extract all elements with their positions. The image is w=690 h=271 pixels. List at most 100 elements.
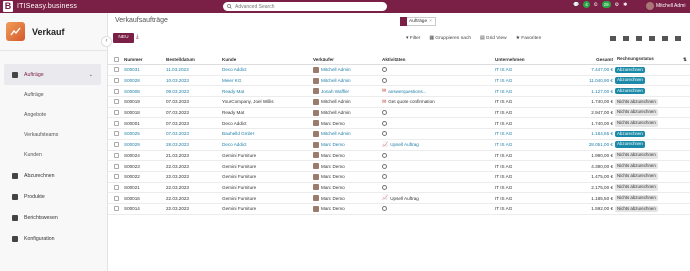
clock-icon[interactable] bbox=[382, 120, 387, 126]
table-row[interactable]: S00023 22.03.2023 Gemini Furniture Marc Dem… bbox=[108, 161, 690, 172]
optional-columns-toggle[interactable]: ⇅ bbox=[683, 57, 687, 62]
activities[interactable] bbox=[382, 206, 389, 212]
search-input[interactable]: Advanced Search bbox=[223, 2, 387, 11]
activities[interactable] bbox=[382, 163, 389, 169]
row-checkbox[interactable] bbox=[114, 206, 119, 212]
header-customer[interactable]: Kunde bbox=[222, 57, 236, 62]
status-badge: Abzurechnen bbox=[615, 77, 645, 84]
header-date[interactable]: Bestelldatum bbox=[166, 57, 195, 62]
calendar-view-icon[interactable] bbox=[636, 36, 642, 41]
new-button[interactable]: NEU bbox=[113, 33, 134, 43]
row-checkbox[interactable] bbox=[114, 88, 119, 94]
sidebar-subitem-verkaufsteams[interactable]: Verkaufsteams bbox=[0, 125, 107, 145]
header-salesperson[interactable]: Verkäufer bbox=[313, 57, 334, 62]
row-checkbox[interactable] bbox=[114, 142, 119, 148]
order-number: S00021 bbox=[124, 184, 140, 190]
activities[interactable] bbox=[382, 110, 389, 116]
favorites-button[interactable]: ★ Favoriten bbox=[516, 36, 542, 41]
filter-tag[interactable]: Aufträge × bbox=[400, 17, 436, 26]
systray: 💬 4 ⏲ 29 ⚙ ✱ bbox=[573, 1, 627, 8]
settings-icon[interactable]: ⚙ bbox=[615, 2, 619, 8]
clock-icon[interactable] bbox=[382, 184, 387, 190]
table-row[interactable]: S00022 22.03.2023 Gemini Furniture Marc Dem… bbox=[108, 172, 690, 183]
company: IT IS AG bbox=[495, 99, 513, 105]
activities[interactable]: ✉ answerquestions... bbox=[382, 88, 427, 94]
table-row[interactable]: S00025 07.03.2023 Bauhelld GmbH Mitchell Ad… bbox=[108, 129, 690, 140]
activities[interactable] bbox=[382, 67, 389, 73]
row-checkbox[interactable] bbox=[114, 110, 119, 116]
activities[interactable] bbox=[382, 152, 389, 158]
kanban-view-icon[interactable] bbox=[623, 36, 629, 41]
row-checkbox[interactable] bbox=[114, 184, 119, 190]
activity-view-icon[interactable] bbox=[675, 36, 681, 41]
grid-view-button[interactable]: ▤ Grid View bbox=[480, 36, 507, 41]
sidebar-item-auftraege[interactable]: Aufträge ⌄ bbox=[4, 64, 101, 85]
table-row[interactable]: S00029 28.03.2023 Deco Addict Marc Demo 📈 Ups… bbox=[108, 140, 690, 151]
row-checkbox[interactable] bbox=[114, 152, 119, 158]
sidebar-item-abzurechnen[interactable]: Abzurechnen bbox=[0, 165, 107, 186]
order-date: 22.03.2023 bbox=[166, 174, 189, 180]
clock-icon[interactable] bbox=[382, 67, 387, 73]
header-company[interactable]: Unternehmen bbox=[495, 57, 525, 62]
row-checkbox[interactable] bbox=[114, 67, 119, 73]
header-total[interactable]: Gesamt bbox=[596, 57, 613, 62]
header-activities[interactable]: Aktivitäten bbox=[382, 57, 406, 62]
table-row[interactable]: S00021 22.03.2023 Gemini Furniture Marc Dem… bbox=[108, 183, 690, 194]
activity-icon[interactable]: ⏲ bbox=[594, 2, 598, 8]
table-row[interactable]: S00019 07.03.2023 YourCompany, Joel Willis… bbox=[108, 97, 690, 108]
row-checkbox[interactable] bbox=[114, 174, 119, 180]
sidebar-subitem-kunden[interactable]: Kunden bbox=[0, 145, 107, 165]
clock-icon[interactable] bbox=[382, 206, 387, 212]
row-checkbox[interactable] bbox=[114, 131, 119, 137]
activities[interactable]: 📈 Upsell Auftrag bbox=[382, 195, 419, 201]
order-date: 07.03.2023 bbox=[166, 131, 189, 137]
filter-button[interactable]: ▾ Filter bbox=[406, 36, 420, 41]
activities[interactable] bbox=[382, 174, 389, 180]
table-row[interactable]: S00008 09.03.2023 Ready Mat Jonah Waffler ✉ a… bbox=[108, 86, 690, 98]
row-checkbox[interactable] bbox=[114, 195, 119, 201]
header-number[interactable]: Nummer bbox=[124, 57, 143, 62]
app-logo[interactable]: B bbox=[3, 1, 13, 12]
close-icon[interactable]: × bbox=[429, 19, 432, 24]
row-checkbox[interactable] bbox=[114, 120, 119, 126]
activities[interactable] bbox=[382, 78, 389, 84]
debug-icon[interactable]: ✱ bbox=[623, 2, 627, 8]
table-row[interactable]: S00014 22.03.2023 Gemini Furniture Marc Dem… bbox=[108, 204, 690, 215]
clock-icon[interactable] bbox=[382, 110, 387, 116]
chat-icon[interactable]: 💬 bbox=[573, 2, 579, 8]
customer: Deco Addict bbox=[222, 120, 247, 126]
table-row[interactable]: S00016 22.03.2023 Gemini Furniture Marc Dem… bbox=[108, 193, 690, 204]
table-row[interactable]: S00018 07.03.2023 Ready Mat Mitchell Admin I… bbox=[108, 108, 690, 119]
row-checkbox[interactable] bbox=[114, 163, 119, 169]
sidebar-item-berichtswesen[interactable]: Berichtswesen bbox=[0, 207, 107, 228]
list-view-icon[interactable] bbox=[610, 36, 616, 41]
row-checkbox[interactable] bbox=[114, 99, 119, 105]
table-row[interactable]: S00028 10.03.2023 Meier KG Mitchell Admin IT… bbox=[108, 76, 690, 87]
group-by-button[interactable]: ▦ Gruppieren nach bbox=[429, 36, 471, 41]
user-menu[interactable]: Mitchell Admi bbox=[646, 2, 685, 10]
pivot-view-icon[interactable] bbox=[649, 36, 655, 41]
table-row[interactable]: S00001 07.03.2023 Deco Addict Marc Demo IT I… bbox=[108, 118, 690, 130]
clock-icon[interactable] bbox=[382, 163, 387, 169]
graph-view-icon[interactable] bbox=[662, 36, 668, 41]
activities[interactable] bbox=[382, 120, 389, 126]
table-row[interactable]: S00024 21.03.2023 Gemini Furniture Marc Dem… bbox=[108, 151, 690, 162]
row-checkbox[interactable] bbox=[114, 78, 119, 84]
select-all-checkbox[interactable] bbox=[114, 56, 119, 62]
table-row[interactable]: S00031 11.03.2023 Deco Addict Mitchell Admi… bbox=[108, 65, 690, 76]
sidebar-subitem-angebote[interactable]: Angebote bbox=[0, 105, 107, 125]
clock-icon[interactable] bbox=[382, 78, 387, 84]
clock-icon[interactable] bbox=[382, 152, 387, 158]
clock-icon[interactable] bbox=[382, 131, 387, 137]
sidebar-subitem-auftraege[interactable]: Aufträge bbox=[0, 85, 107, 105]
activities[interactable]: ✉ Get quote confirmation bbox=[382, 99, 435, 105]
salesperson-name: Mitchell Admin bbox=[321, 131, 351, 137]
header-invoice-status[interactable]: Rechnungsstatus bbox=[615, 56, 656, 63]
sidebar-item-produkte[interactable]: Produkte bbox=[0, 186, 107, 207]
sidebar-item-konfiguration[interactable]: Konfiguration bbox=[0, 228, 107, 249]
activities[interactable] bbox=[382, 131, 389, 137]
activities[interactable]: 📈 Upsell Auftrag bbox=[382, 142, 419, 148]
activities[interactable] bbox=[382, 184, 389, 190]
clock-icon[interactable] bbox=[382, 174, 387, 180]
download-icon[interactable]: ⤓ bbox=[136, 34, 139, 41]
